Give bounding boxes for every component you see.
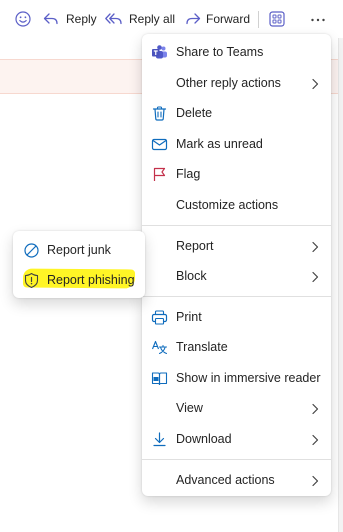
menu-item-block[interactable]: Block <box>142 261 331 291</box>
menu-divider <box>142 459 331 460</box>
menu-item-label: Block <box>176 269 207 283</box>
menu-item-immersive-reader[interactable]: Show in immersive reader <box>142 363 331 393</box>
reply-all-button[interactable]: Reply all <box>104 6 175 32</box>
menu-item-translate[interactable]: Translate <box>142 332 331 362</box>
menu-item-label: Download <box>176 432 232 446</box>
menu-item-label: Delete <box>176 106 213 120</box>
reply-icon <box>42 10 60 28</box>
submenu-item-label: Report junk <box>47 243 111 257</box>
trash-icon <box>151 105 168 122</box>
menu-item-label: Share to Teams <box>176 45 264 59</box>
menu-item-other-reply-actions[interactable]: Other reply actions <box>142 68 331 98</box>
reply-button[interactable]: Reply <box>42 6 97 32</box>
reply-label: Reply <box>66 12 97 26</box>
translate-icon <box>151 339 168 356</box>
menu-item-label: Flag <box>176 167 201 181</box>
mail-icon <box>151 136 168 153</box>
menu-item-advanced-actions[interactable]: Advanced actions <box>142 465 331 495</box>
chevron-right-icon <box>310 240 320 253</box>
print-icon <box>151 309 168 326</box>
menu-divider <box>142 296 331 297</box>
forward-icon <box>184 10 202 28</box>
menu-item-label: Advanced actions <box>176 473 275 487</box>
forward-button[interactable]: Forward <box>184 6 250 32</box>
menu-item-mark-as-unread[interactable]: Mark as unread <box>142 129 331 159</box>
menu-item-customize-actions[interactable]: Customize actions <box>142 190 331 220</box>
menu-item-delete[interactable]: Delete <box>142 98 331 128</box>
menu-item-label: Print <box>176 310 202 324</box>
forward-label: Forward <box>206 12 251 26</box>
menu-divider <box>142 225 331 226</box>
chevron-right-icon <box>310 433 320 446</box>
menu-item-report[interactable]: Report <box>142 231 331 261</box>
menu-item-view[interactable]: View <box>142 393 331 423</box>
immersive-reader-icon <box>151 370 168 387</box>
apps-grid-icon <box>268 10 286 28</box>
menu-item-label: Translate <box>176 340 228 354</box>
menu-item-share-to-teams[interactable]: Share to Teams <box>142 37 331 67</box>
emoji-icon <box>14 10 32 28</box>
emoji-button[interactable] <box>14 6 32 32</box>
flag-icon <box>151 166 168 183</box>
menu-item-download[interactable]: Download <box>142 424 331 454</box>
menu-item-label: Mark as unread <box>176 137 263 151</box>
menu-item-label: Report <box>176 239 214 253</box>
chevron-right-icon <box>310 402 320 415</box>
shield-warning-icon <box>23 272 40 289</box>
submenu-item-report-phishing[interactable]: Report phishing <box>13 265 145 295</box>
toolbar-divider <box>258 11 259 28</box>
download-icon <box>151 431 168 448</box>
submenu-item-report-junk[interactable]: Report junk <box>13 235 145 265</box>
scrollbar[interactable] <box>338 38 343 532</box>
more-actions-button[interactable] <box>305 6 331 32</box>
chevron-right-icon <box>310 474 320 487</box>
menu-item-label: Other reply actions <box>176 76 281 90</box>
submenu-item-label: Report phishing <box>47 273 135 287</box>
apps-button[interactable] <box>268 6 286 32</box>
more-horizontal-icon <box>310 10 326 28</box>
block-icon <box>23 242 40 259</box>
report-submenu: Report junk Report phishing <box>13 231 145 298</box>
teams-icon <box>151 44 168 61</box>
menu-item-label: Show in immersive reader <box>176 371 321 385</box>
menu-item-flag[interactable]: Flag <box>142 159 331 189</box>
more-actions-menu: Share to Teams Other reply actions Delet… <box>142 34 331 496</box>
message-toolbar: Reply Reply all Forward <box>0 0 343 38</box>
reply-all-label: Reply all <box>129 12 176 26</box>
menu-item-label: Customize actions <box>176 198 279 212</box>
chevron-right-icon <box>310 77 320 90</box>
chevron-right-icon <box>310 270 320 283</box>
menu-item-label: View <box>176 401 203 415</box>
menu-item-print[interactable]: Print <box>142 302 331 332</box>
reply-all-icon <box>104 10 124 28</box>
